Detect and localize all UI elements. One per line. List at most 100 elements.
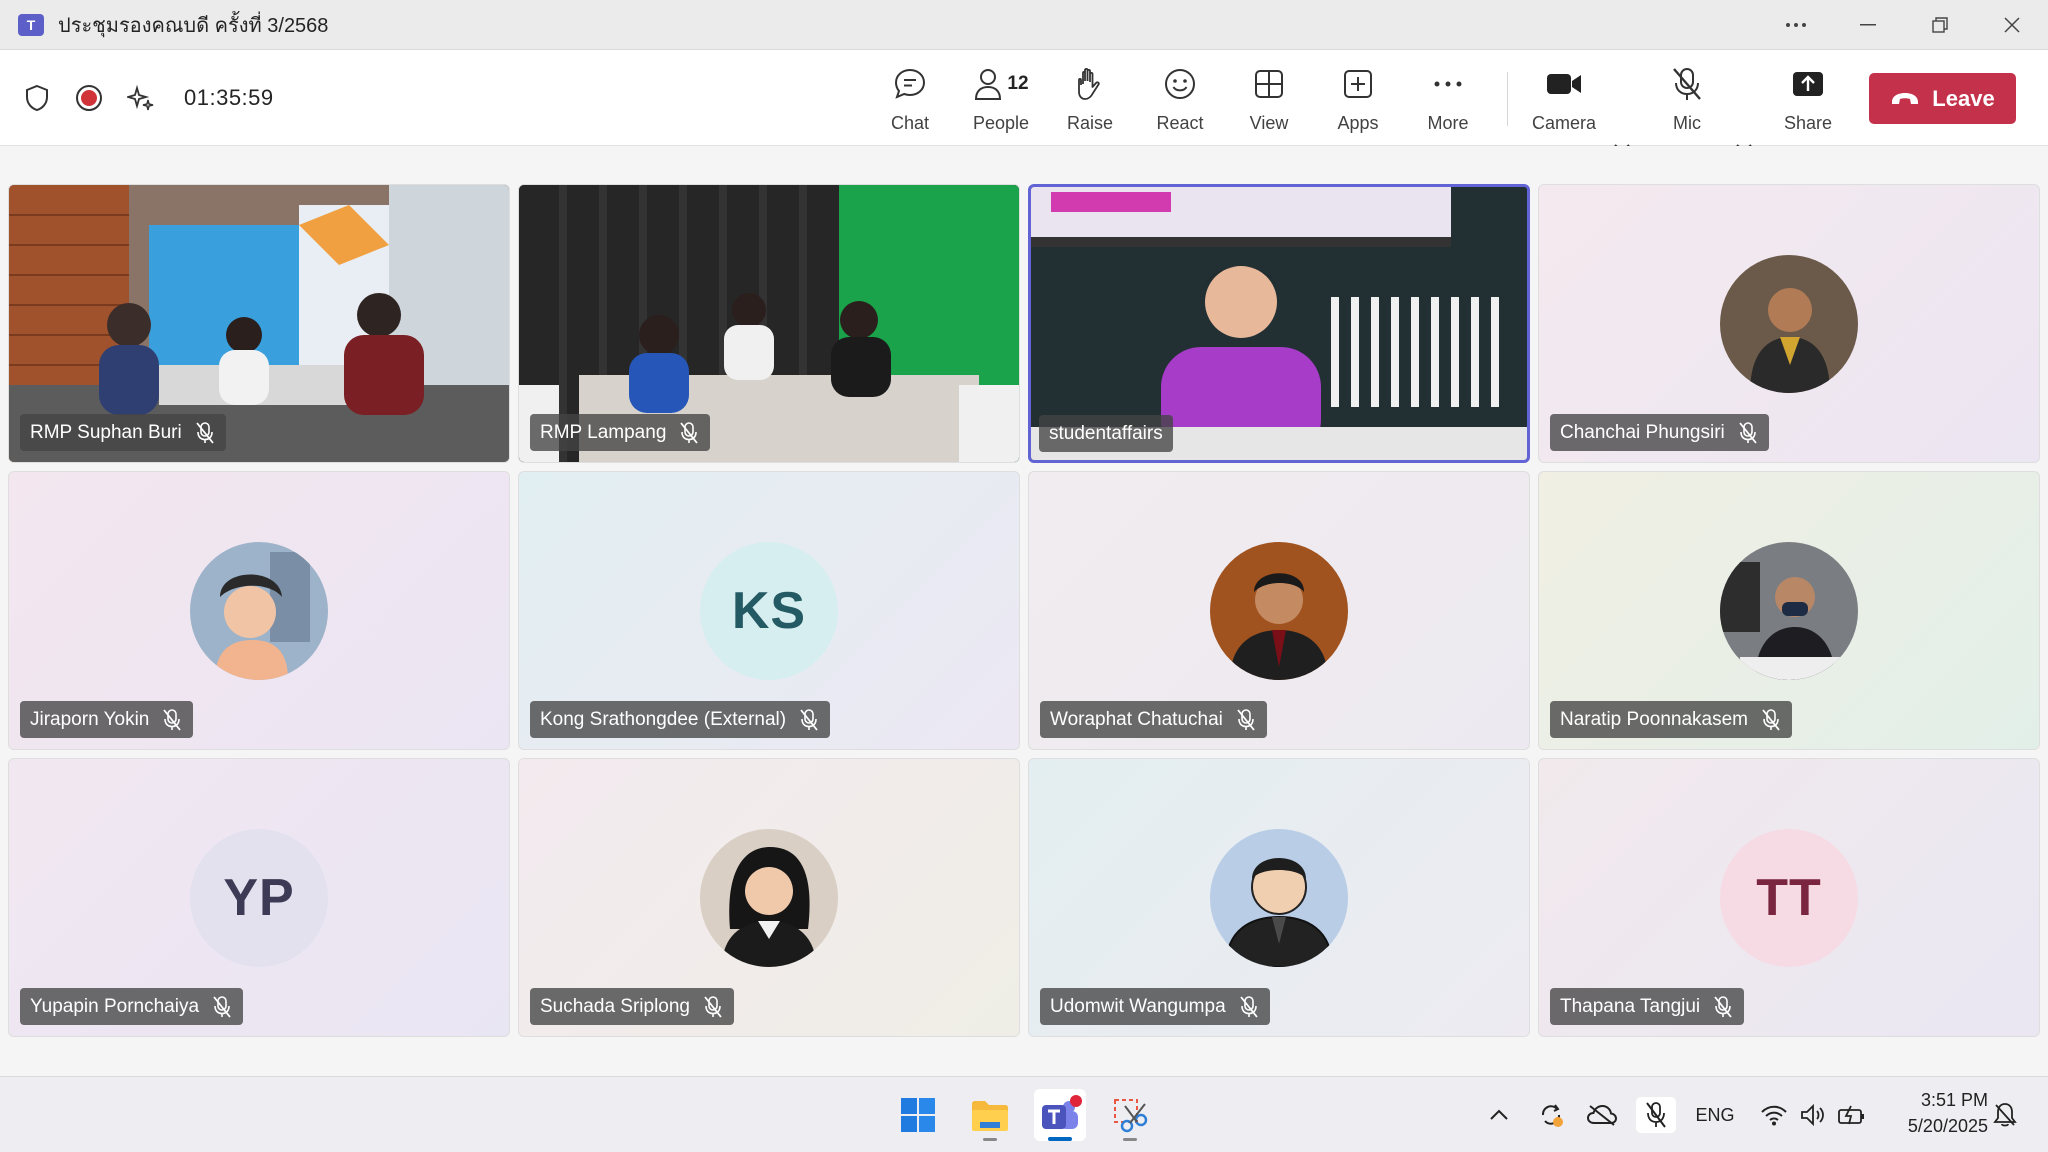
onedrive-offline-icon[interactable] <box>1585 1097 1619 1133</box>
close-button[interactable] <box>1976 0 2048 50</box>
taskbar-file-explorer[interactable] <box>964 1089 1016 1141</box>
participant-tile[interactable]: Woraphat Chatuchai <box>1028 471 1530 750</box>
participant-nameplate: Yupapin Pornchaiya <box>20 988 244 1025</box>
participant-nameplate: studentaffairs <box>1039 415 1173 452</box>
chat-button[interactable]: Chat <box>880 64 940 134</box>
scissors-icon <box>1114 1099 1148 1133</box>
folder-icon <box>972 1101 1008 1131</box>
people-count: 12 <box>1007 73 1029 94</box>
participant-avatar: KS <box>700 541 838 680</box>
participant-name: Naratip Poonnakasem <box>1560 708 1748 730</box>
participant-initials: TT <box>1756 868 1822 927</box>
taskbar-teams[interactable] <box>1034 1089 1086 1141</box>
participant-initials: YP <box>223 868 295 927</box>
battery-charging-icon[interactable] <box>1835 1097 1869 1133</box>
title-bar: T ประชุมรองคณบดี ครั้งที่ 3/2568 <box>0 0 2048 50</box>
participant-tile[interactable]: Suchada Sriplong <box>518 758 1020 1037</box>
show-hidden-icons-button[interactable] <box>1484 1097 1514 1133</box>
participant-name: Jiraporn Yokin <box>30 708 150 730</box>
participant-tile[interactable]: Chanchai Phungsiri <box>1538 184 2040 463</box>
input-language-indicator[interactable]: ENG <box>1690 1097 1740 1133</box>
participant-nameplate: Udomwit Wangumpa <box>1040 988 1270 1025</box>
participant-avatar <box>700 828 838 967</box>
window-title: ประชุมรองคณบดี ครั้งที่ 3/2568 <box>58 14 329 37</box>
raise-label: Raise <box>1066 113 1114 133</box>
participant-tile[interactable]: Naratip Poonnakasem <box>1538 471 2040 750</box>
tray-mic-muted-icon[interactable] <box>1636 1097 1676 1133</box>
participant-tile[interactable]: RMP Suphan Buri <box>8 184 510 463</box>
share-button[interactable]: Share <box>1778 64 1838 134</box>
raise-hand-button[interactable]: Raise <box>1060 64 1120 134</box>
mic-off-icon <box>1673 68 1701 100</box>
participant-name: RMP Lampang <box>540 421 667 443</box>
meeting-timer: 01:35:59 <box>184 85 274 110</box>
participant-tile[interactable]: TT Thapana Tangjui <box>1538 758 2040 1037</box>
participant-nameplate: Suchada Sriplong <box>530 988 734 1025</box>
people-icon <box>975 69 1002 100</box>
participant-nameplate: RMP Suphan Buri <box>20 414 226 451</box>
mic-label: Mic <box>1673 113 1701 133</box>
participant-avatar <box>1210 541 1348 680</box>
more-actions-button[interactable]: More <box>1418 64 1478 134</box>
taskbar-clock[interactable]: 3:51 PM 5/20/2025 <box>1908 1087 1988 1139</box>
react-button[interactable]: React <box>1150 64 1210 134</box>
taskbar-snipping-tool[interactable] <box>1104 1089 1156 1141</box>
clock-date: 5/20/2025 <box>1907 1116 1988 1136</box>
recording-icon[interactable] <box>74 83 104 113</box>
participant-initials: KS <box>731 581 807 640</box>
notification-bell-icon[interactable] <box>1990 1097 2020 1133</box>
raise-hand-icon <box>1078 67 1100 100</box>
participant-avatar <box>1720 541 1858 680</box>
participant-nameplate: Jiraporn Yokin <box>20 701 194 738</box>
window-controls <box>1760 0 2048 50</box>
start-button[interactable] <box>892 1089 944 1141</box>
participant-tile[interactable]: Udomwit Wangumpa <box>1028 758 1530 1037</box>
hang-up-icon <box>1892 92 1919 104</box>
wifi-icon[interactable] <box>1758 1097 1790 1133</box>
participant-name: studentaffairs <box>1049 422 1163 444</box>
people-button[interactable]: 12 People <box>966 64 1036 134</box>
participant-tile[interactable]: YP Yupapin Pornchaiya <box>8 758 510 1037</box>
minimize-button[interactable] <box>1832 0 1904 50</box>
volume-icon[interactable] <box>1797 1097 1829 1133</box>
copilot-sparkle-icon[interactable] <box>126 83 156 113</box>
shield-icon[interactable] <box>22 83 52 113</box>
restore-button[interactable] <box>1904 0 1976 50</box>
toolbar-divider <box>1507 72 1508 126</box>
minimize-icon <box>1860 24 1876 26</box>
participant-tile[interactable]: RMP Lampang <box>518 184 1020 463</box>
leave-button[interactable]: Leave <box>1869 73 2016 124</box>
camera-icon <box>1547 74 1581 94</box>
view-label: View <box>1249 113 1289 133</box>
participant-nameplate: Naratip Poonnakasem <box>1550 701 1792 738</box>
teams-icon <box>1042 1095 1082 1129</box>
mic-off-icon <box>1762 708 1782 731</box>
apps-button[interactable]: Apps <box>1328 64 1388 134</box>
participant-tile-active-speaker[interactable]: studentaffairs <box>1028 184 1530 463</box>
mic-off-icon <box>1237 708 1257 731</box>
participant-tile[interactable]: Jiraporn Yokin <box>8 471 510 750</box>
clock-time: 3:51 PM <box>1920 1090 1988 1110</box>
mic-off-icon <box>680 421 700 444</box>
windows-logo-icon <box>901 1098 935 1132</box>
chat-label: Chat <box>890 113 930 133</box>
share-screen-icon <box>1793 72 1823 96</box>
participant-name: Woraphat Chatuchai <box>1050 708 1223 730</box>
participant-name: Kong Srathongdee (External) <box>540 708 787 730</box>
meeting-toolbar: 01:35:59 Chat 12 People Raise React View… <box>0 50 2048 154</box>
participant-name: Suchada Sriplong <box>540 995 690 1017</box>
participant-name: Udomwit Wangumpa <box>1050 995 1226 1017</box>
view-button[interactable]: View <box>1239 64 1299 134</box>
more-horizontal-icon <box>1434 81 1462 87</box>
mic-button[interactable]: Mic <box>1657 64 1717 134</box>
mic-off-icon <box>213 995 233 1018</box>
mic-off-icon <box>704 995 724 1018</box>
participant-avatar: YP <box>190 828 328 967</box>
mic-off-icon <box>196 421 216 444</box>
camera-button[interactable]: Camera <box>1527 64 1601 134</box>
more-options-button[interactable] <box>1760 0 1832 50</box>
sync-status-icon[interactable] <box>1535 1097 1567 1133</box>
more-icon <box>1786 23 1806 27</box>
participant-tile[interactable]: KS Kong Srathongdee (External) <box>518 471 1020 750</box>
mic-off-icon <box>163 708 183 731</box>
